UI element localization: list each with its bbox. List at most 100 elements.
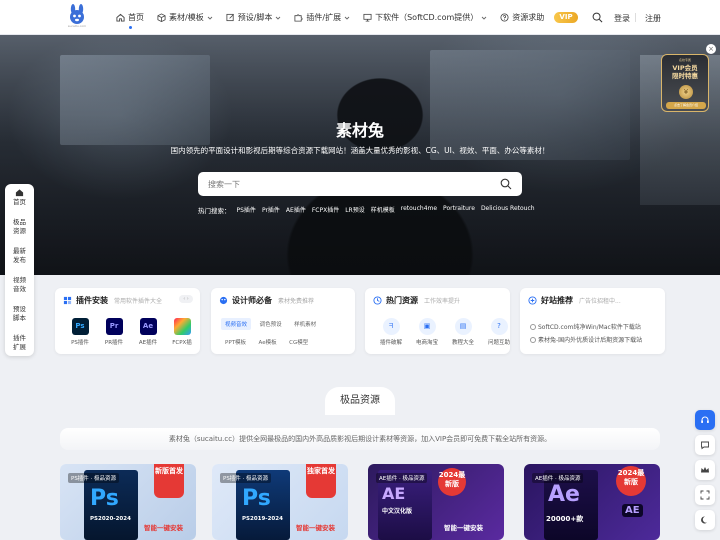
card-subtitle: 素材免费推荐 (278, 298, 315, 305)
design-tag[interactable]: CG模型 (285, 336, 312, 348)
question-icon: ? (490, 318, 508, 335)
card-arrows[interactable]: ‹ › (179, 295, 193, 303)
hot-search-term[interactable]: Pr插件 (262, 205, 280, 215)
close-icon[interactable]: × (706, 44, 716, 54)
sidebar-item-label: 首页 (13, 198, 26, 206)
ae-icon: Ae (139, 318, 157, 335)
plugin-item-ps[interactable]: Ps PS插件 (63, 318, 97, 346)
design-tag[interactable]: 视频音效 (221, 318, 252, 330)
product-card[interactable]: Ae 20000+款 2024最新版 AE AE插件 · 极品资源 (524, 464, 660, 540)
card-title: 插件安装 (76, 296, 108, 305)
customer-service-button[interactable] (695, 410, 715, 430)
hot-search-term[interactable]: Portraiture (443, 205, 475, 215)
hot-item-shop[interactable]: ▣ 电商淘宝 (409, 318, 445, 346)
design-tag-list: 视频音效 调色预设 样机素材 PPT模板 Ae模板 CG模型 (221, 318, 351, 354)
hot-search-term[interactable]: AE插件 (286, 205, 306, 215)
design-tag[interactable]: 样机素材 (290, 318, 320, 330)
card-subtitle: 常用软件插件大全 (114, 298, 163, 305)
chevron-down-icon (207, 16, 213, 20)
friend-link-label: 素材兔-国内外优质设计后期资源下载站 (538, 337, 643, 344)
chat-button[interactable] (695, 435, 715, 455)
vip-promo-badge[interactable]: 名校专属 VIP会员 限时特惠 ¥ 点击了解会员介绍 (661, 54, 709, 112)
plugin-item-label: PR插件 (104, 340, 124, 346)
nav-home[interactable]: 首页 (116, 0, 144, 35)
design-tag[interactable]: 调色预设 (256, 318, 286, 330)
product-big-text: AE (382, 484, 406, 503)
logo-subtext: sucaitu.com (67, 24, 87, 28)
search-icon[interactable] (592, 12, 603, 23)
product-label: AE插件 · 极品资源 (376, 473, 428, 483)
hot-item-tutorials[interactable]: ▤ 教程大全 (445, 318, 481, 346)
card-subtitle: 广告位招租中... (579, 298, 621, 305)
card-title: 热门资源 (386, 296, 418, 305)
link-dot-icon (530, 324, 536, 330)
vip-crown-button[interactable] (695, 460, 715, 480)
friend-link[interactable]: SoftCD.com纯净Win/Mac软件下载站 (530, 321, 642, 334)
rabbit-logo-icon (70, 4, 84, 24)
help-icon (500, 13, 509, 22)
product-card[interactable]: Ps PS2020-2024 新版首发 智能一键安装 PS插件 · 极品资源 (60, 464, 196, 540)
card-subtitle: 工作效率提升 (424, 298, 461, 305)
sidebar-item-premium[interactable]: 极品资源 (13, 218, 27, 236)
pr-icon: Pr (105, 318, 123, 335)
nav-materials[interactable]: 素材/模板 (157, 0, 213, 35)
dark-mode-button[interactable] (695, 510, 715, 530)
nav-plugins[interactable]: 插件/扩展 (294, 0, 350, 35)
coin-icon: ¥ (679, 85, 693, 99)
login-link[interactable]: 登录 (614, 13, 630, 24)
nav-help[interactable]: 资源求助 (500, 0, 544, 35)
fullscreen-button[interactable] (695, 485, 715, 505)
sidebar-item-home[interactable]: 首页 (5, 188, 34, 207)
design-tag[interactable]: Ae模板 (255, 336, 281, 348)
home-icon (116, 13, 125, 22)
hot-search-term[interactable]: PS插件 (237, 205, 256, 215)
product-big-text: Ps (242, 486, 271, 511)
search-icon[interactable] (500, 178, 512, 190)
left-floating-nav: 首页 极品资源 最新发布 视频音效 预设脚本 插件扩展 (5, 184, 34, 356)
plugin-item-ae[interactable]: Ae AE插件 (131, 318, 165, 346)
vip-button[interactable]: VIP (554, 12, 578, 23)
hot-search-term[interactable]: FCPX插件 (312, 205, 339, 215)
plugin-icon-list: Ps PS插件 Pr PR插件 Ae AE插件 FCPX插 (63, 318, 199, 346)
product-big-text: Ps (90, 486, 119, 511)
nav-presets-label: 预设/脚本 (237, 13, 273, 22)
nav-materials-label: 素材/模板 (169, 13, 204, 22)
product-sub-text: PS2020-2024 (90, 516, 131, 522)
sidebar-item-video[interactable]: 视频音效 (13, 276, 27, 294)
site-logo[interactable]: sucaitu.com (64, 4, 90, 32)
hot-search-term[interactable]: retouch4me (401, 205, 437, 215)
hero-search-input[interactable] (208, 177, 488, 191)
hot-item-label: 问题互助 (487, 340, 510, 346)
nav-software-label: 下软件（SoftCD.com提供） (375, 13, 479, 22)
grid-icon (63, 296, 72, 305)
product-card[interactable]: Ps PS2019-2024 独家首发 智能一键安装 PS插件 · 极品资源 (212, 464, 348, 540)
wrench-icon: ᖷ (382, 318, 400, 335)
product-card[interactable]: AE 中文汉化版 2024最新版 智能一键安装 AE插件 · 极品资源 (368, 464, 504, 540)
hot-icon (373, 296, 382, 305)
vip-promo-button[interactable]: 点击了解会员介绍 (666, 102, 706, 109)
register-link[interactable]: 注册 (645, 13, 661, 24)
hot-item-help[interactable]: ? 问题互助 (481, 318, 517, 346)
plugin-item-pr[interactable]: Pr PR插件 (97, 318, 131, 346)
nav-presets[interactable]: 预设/脚本 (226, 0, 282, 35)
sidebar-item-plugins[interactable]: 插件扩展 (13, 334, 27, 352)
sidebar-item-latest[interactable]: 最新发布 (13, 247, 27, 265)
hot-search-term[interactable]: LR预设 (345, 205, 365, 215)
section-title: 极品资源 (325, 387, 395, 415)
hot-item-label: 教程大全 (451, 340, 474, 346)
product-sub-text: PS2019-2024 (242, 516, 283, 522)
design-tag[interactable]: PPT模板 (221, 336, 250, 348)
hot-search-term[interactable]: Delicious Retouch (481, 205, 535, 215)
friend-link[interactable]: 素材兔-国内外优质设计后期资源下载站 (530, 334, 642, 347)
palette-icon (219, 296, 228, 305)
nav-software[interactable]: 下软件（SoftCD.com提供） (363, 0, 487, 35)
plugin-item-fcpx[interactable]: FCPX插 (165, 318, 199, 346)
card-title: 设计师必备 (232, 296, 272, 305)
hot-item-crack[interactable]: ᖷ 插件破解 (373, 318, 409, 346)
hot-search-term[interactable]: 样机模板 (371, 205, 395, 215)
sidebar-item-presets[interactable]: 预设脚本 (13, 305, 27, 323)
product-label: PS插件 · 极品资源 (220, 473, 272, 483)
vip-promo-title-line1: VIP会员 (672, 64, 698, 72)
hero-title: 素材兔 (335, 121, 384, 140)
product-label: PS插件 · 极品资源 (68, 473, 120, 483)
